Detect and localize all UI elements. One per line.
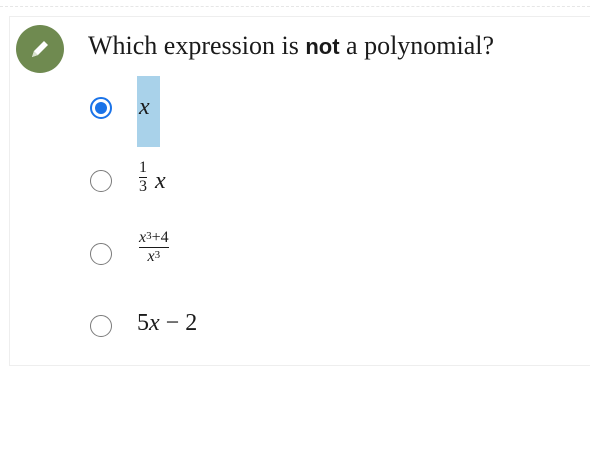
option-b-numerator: 1 [139,159,147,176]
pencil-icon [32,41,48,57]
radio-option-c[interactable] [90,243,112,265]
question-prefix: Which expression is [88,31,299,60]
option-d-lead: 5 [137,310,149,336]
question-text: Which expression is not a polynomial? [88,30,494,63]
option-c-num-rest: +4 [151,229,169,246]
option-b-variable: x [155,168,166,194]
radio-option-a[interactable] [90,97,112,119]
option-a-label: x [139,94,150,120]
option-d-op: − [165,310,180,336]
question-suffix: a polynomial? [346,31,495,60]
option-d-const: 2 [185,310,198,336]
option-c-num-exp: 3 [146,230,152,242]
option-c-denominator: x3 [148,249,161,265]
radio-option-b[interactable] [90,170,112,192]
radio-option-d[interactable] [90,315,112,337]
option-c-fraction: x3+4 x3 [139,230,169,265]
option-b-denominator: 3 [139,178,147,195]
option-c-den-exp: 3 [154,249,161,261]
option-b-fraction: 1 3 [139,160,147,195]
option-c-den-var: x [147,248,155,265]
top-strip [0,0,590,7]
edit-badge [16,25,64,73]
option-d-var: x [149,310,160,336]
question-emphasis: not [305,34,340,59]
option-d-label: 5x − 2 [137,310,197,337]
option-c-numerator: x3+4 [139,230,169,246]
